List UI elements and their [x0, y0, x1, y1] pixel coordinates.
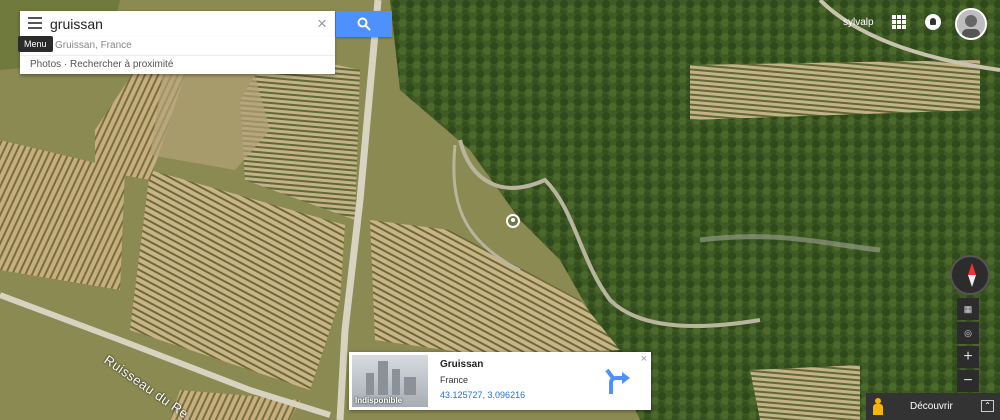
search-input[interactable] [50, 14, 300, 34]
close-icon[interactable]: × [641, 353, 647, 365]
place-title: Gruissan [440, 359, 484, 370]
suggestion-place[interactable]: Gruissan, France [20, 37, 335, 56]
chevron-up-icon[interactable]: ⌃ [981, 400, 994, 412]
place-photo[interactable]: Indisponible [352, 355, 428, 407]
apps-icon[interactable] [892, 15, 906, 29]
my-location-icon[interactable]: ◎ [957, 322, 979, 344]
pegman-icon[interactable] [873, 398, 883, 415]
discover-label[interactable]: Découvrir [910, 401, 953, 412]
place-card: Indisponible Gruissan France 43.125727, … [349, 352, 651, 410]
zoom-out-button[interactable]: − [957, 370, 979, 392]
search-icon [357, 17, 371, 31]
place-coordinates[interactable]: 43.125727, 3.096216 [440, 390, 525, 400]
username-link[interactable]: sylvalp [843, 17, 874, 28]
compass-icon[interactable] [950, 255, 990, 295]
account-bar: sylvalp [825, 0, 1000, 45]
place-country: France [440, 375, 469, 385]
search-button[interactable] [336, 11, 392, 37]
menu-icon[interactable] [28, 17, 42, 31]
avatar[interactable] [955, 8, 987, 40]
directions-icon[interactable] [603, 366, 633, 396]
photo-unavailable-label: Indisponible [355, 396, 403, 405]
notifications-icon[interactable] [925, 14, 941, 30]
zoom-in-button[interactable]: + [957, 346, 979, 368]
map-pin-icon[interactable] [506, 214, 520, 228]
layers-icon[interactable]: ▦ [957, 298, 979, 320]
suggestion-actions[interactable]: Photos · Rechercher à proximité [20, 56, 335, 74]
search-suggestions: Gruissan, France Photos · Rechercher à p… [20, 37, 335, 74]
clear-icon[interactable]: × [317, 14, 327, 34]
menu-tooltip: Menu [18, 36, 53, 52]
discover-bar[interactable]: Découvrir ⌃ [866, 393, 1000, 420]
search-box[interactable]: × [20, 11, 335, 37]
